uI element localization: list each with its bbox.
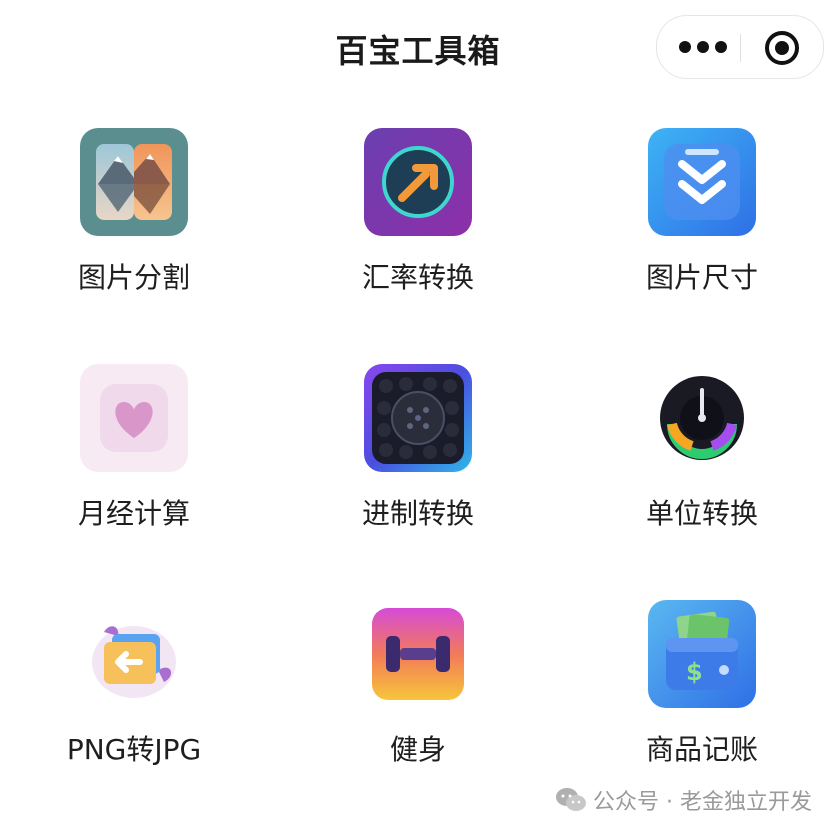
tool-label: 月经计算 xyxy=(77,497,190,530)
number-dial-icon xyxy=(364,364,472,472)
tool-fitness[interactable]: 健身 xyxy=(328,600,508,800)
tool-label: 进制转换 xyxy=(361,497,474,530)
mini-program-capsule xyxy=(656,15,824,79)
watermark: 公众号 · 老金独立开发 xyxy=(555,784,812,816)
tool-image-size[interactable]: 图片尺寸 xyxy=(612,128,792,328)
more-dots-icon[interactable] xyxy=(679,35,727,59)
mountain-split-icon xyxy=(80,128,188,236)
resize-chevrons-icon xyxy=(648,128,756,236)
svg-text:$: $ xyxy=(686,658,703,686)
tool-label: 单位转换 xyxy=(645,497,758,530)
tool-label: 汇率转换 xyxy=(361,261,474,294)
watermark-text: 公众号 · 老金独立开发 xyxy=(593,790,812,815)
tool-image-split[interactable]: 图片分割 xyxy=(44,128,224,328)
target-close-icon[interactable] xyxy=(765,31,799,65)
capsule-divider xyxy=(740,34,741,62)
wallet-money-icon: $ xyxy=(648,600,756,708)
tool-base-convert[interactable]: 进制转换 xyxy=(328,364,508,564)
tool-label: 图片尺寸 xyxy=(645,261,758,294)
tool-label: 商品记账 xyxy=(645,733,758,766)
exchange-arrow-icon xyxy=(364,128,472,236)
tool-label: 健身 xyxy=(389,733,446,766)
image-convert-icon xyxy=(80,600,188,708)
tool-product-bookkeeping[interactable]: $ 商品记账 xyxy=(612,600,792,800)
tool-unit-convert[interactable]: 单位转换 xyxy=(612,364,792,564)
gauge-icon xyxy=(648,364,756,472)
tool-png-to-jpg[interactable]: PNG转JPG xyxy=(44,600,224,800)
tool-label: PNG转JPG xyxy=(66,733,202,766)
tool-period-calc[interactable]: 月经计算 xyxy=(44,364,224,564)
dumbbell-icon xyxy=(364,600,472,708)
tool-label: 图片分割 xyxy=(77,261,190,294)
heart-icon xyxy=(80,364,188,472)
wechat-icon xyxy=(556,788,587,811)
tool-currency-convert[interactable]: 汇率转换 xyxy=(328,128,508,328)
